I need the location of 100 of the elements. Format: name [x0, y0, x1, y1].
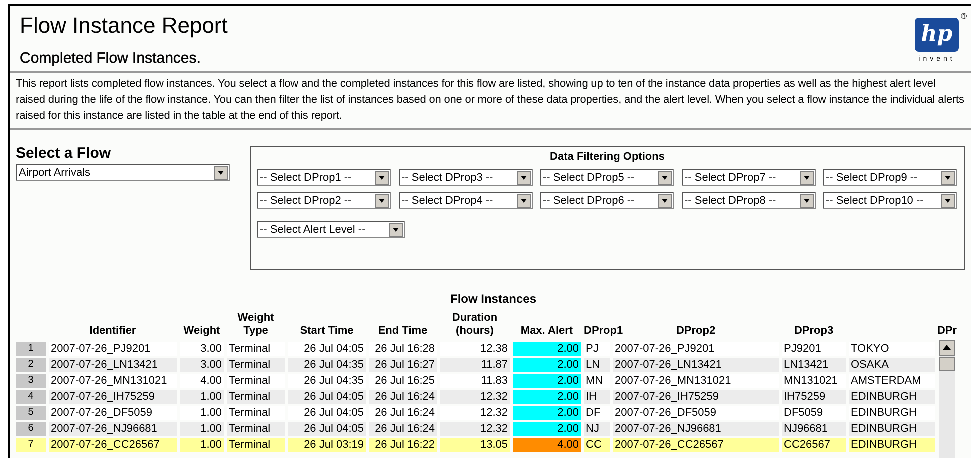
table-cell: IH — [584, 390, 610, 404]
table-cell: NJ — [584, 422, 610, 436]
table-cell: Terminal — [227, 342, 285, 356]
table-cell: 26 Jul 16:27 — [369, 358, 437, 372]
table-cell: 2007-07-26_PJ9201 — [49, 342, 177, 356]
table-cell: 2007-07-26_MN131021 — [613, 374, 779, 388]
table-cell: IH75259 — [782, 390, 846, 404]
column-header: DProp3 — [794, 325, 834, 337]
flow-dropdown[interactable]: Airport Arrivals — [16, 164, 230, 181]
caret-icon — [800, 194, 814, 208]
description-text: This report lists completed flow instances. You select a flow and the completed instances for this flow are listed, showing up to ten of the instance data properties as well as the highest alert level raised during the life of the flow instance. You can then filter the list of instances based on one or more of these data properties, and the alert level. When you select a flow instance the individual alerts raised for this instance are listed in the table at the end of this report. — [16, 77, 966, 124]
filter-dropdown[interactable]: -- Select DProp6 -- — [540, 192, 674, 209]
filter-dropdown[interactable]: -- Select DProp2 -- — [257, 192, 391, 209]
table-cell: Terminal — [227, 358, 285, 372]
report-subtitle: Completed Flow Instances. — [20, 50, 202, 67]
table-cell: PJ — [584, 342, 610, 356]
table-title: Flow Instances — [449, 292, 538, 306]
table-cell: EDINBURGH — [849, 390, 935, 404]
filter-dropdown[interactable]: -- Select DProp5 -- — [540, 169, 674, 186]
caret-icon — [941, 194, 955, 208]
table-cell: DF — [584, 406, 610, 420]
table-cell: AMSTERDAM — [849, 374, 935, 388]
table-cell: 26 Jul 16:22 — [369, 438, 437, 452]
table-cell: 2007-07-26_PJ9201 — [613, 342, 779, 356]
table-cell: 26 Jul 16:24 — [369, 422, 437, 436]
table-cell: LN — [584, 358, 610, 372]
column-header: Max. Alert — [520, 325, 574, 337]
table-cell: 26 Jul 04:05 — [288, 406, 366, 420]
table-cell: 26 Jul 04:05 — [288, 422, 366, 436]
table-cell: 26 Jul 16:24 — [369, 390, 437, 404]
caret-icon — [389, 222, 403, 236]
table-cell: 26 Jul 04:35 — [288, 374, 366, 388]
table-cell: LN13421 — [782, 358, 846, 372]
table-cell: 2007-07-26_IH75259 — [613, 390, 779, 404]
filter-dropdown[interactable]: -- Select Alert Level -- — [257, 221, 405, 238]
column-header: Start Time — [300, 325, 354, 337]
logo-mark: hp — [915, 18, 959, 52]
filter-dropdown[interactable]: -- Select DProp10 -- — [823, 192, 957, 209]
filter-dropdown[interactable]: -- Select DProp4 -- — [398, 192, 532, 209]
scroll-thumb[interactable] — [939, 357, 955, 371]
row-number[interactable]: 7 — [16, 438, 46, 452]
table-cell: 2007-07-26_LN13421 — [49, 358, 177, 372]
table-cell: Terminal — [227, 422, 285, 436]
table-cell: 12.32 — [440, 390, 510, 404]
filter-dropdown[interactable]: -- Select DProp8 -- — [682, 192, 816, 209]
table-cell: CC — [584, 438, 610, 452]
table-cell: 2007-07-26_IH75259 — [49, 390, 177, 404]
filter-dropdown[interactable]: -- Select DProp1 -- — [257, 169, 391, 186]
alert-level-cell: 4.00 — [513, 438, 581, 452]
table-cell: OSAKA — [849, 358, 935, 372]
table-cell: 3.00 — [180, 342, 224, 356]
table-cell: 2007-07-26_CC26567 — [49, 438, 177, 452]
table-cell: 2007-07-26_MN131021 — [49, 374, 177, 388]
table-cell: 2007-07-26_NJ96681 — [49, 422, 177, 436]
table-cell: 3.00 — [180, 358, 224, 372]
column-header: End Time — [378, 325, 428, 337]
table-cell: Terminal — [227, 406, 285, 420]
table-cell: 2007-07-26_DF5059 — [613, 406, 779, 420]
table-cell: 26 Jul 04:05 — [288, 390, 366, 404]
column-header: Identifier — [90, 325, 136, 337]
row-number[interactable]: 2 — [16, 358, 46, 372]
table-cell: 26 Jul 04:35 — [288, 358, 366, 372]
column-header: Duration (hours) — [452, 312, 498, 337]
table-cell: 1.00 — [180, 438, 224, 452]
scrollbar[interactable] — [939, 340, 955, 458]
caret-icon — [516, 194, 530, 208]
row-number[interactable]: 3 — [16, 374, 46, 388]
caret-icon — [658, 194, 672, 208]
row-number[interactable]: 4 — [16, 390, 46, 404]
table-cell: 26 Jul 16:25 — [369, 374, 437, 388]
caret-icon — [375, 194, 389, 208]
table-cell: 2007-07-26_CC26567 — [613, 438, 779, 452]
table-cell: PJ9201 — [782, 342, 846, 356]
column-header: DPr — [937, 325, 957, 337]
table-cell: 12.32 — [440, 422, 510, 436]
caret-icon — [516, 170, 530, 184]
filter-dropdown[interactable]: -- Select DProp9 -- — [823, 169, 957, 186]
table-cell: 11.83 — [440, 374, 510, 388]
alert-level-cell: 2.00 — [513, 342, 581, 356]
caret-icon — [800, 170, 814, 184]
column-header: Weight Type — [238, 312, 274, 337]
alert-level-cell: 2.00 — [513, 422, 581, 436]
table-cell: 4.00 — [180, 374, 224, 388]
filter-dropdown[interactable]: -- Select DProp7 -- — [682, 169, 816, 186]
table-cell: 1.00 — [180, 406, 224, 420]
row-number[interactable]: 1 — [16, 342, 46, 356]
table-cell: MN — [584, 374, 610, 388]
table-cell: Terminal — [227, 390, 285, 404]
table-cell: 26 Jul 03:19 — [288, 438, 366, 452]
filter-dropdown[interactable]: -- Select DProp3 -- — [398, 169, 532, 186]
alert-level-cell: 2.00 — [513, 374, 581, 388]
table-cell: TOKYO — [849, 342, 935, 356]
row-number[interactable]: 6 — [16, 422, 46, 436]
caret-icon — [658, 170, 672, 184]
table-cell: EDINBURGH — [849, 422, 935, 436]
table-cell: 13.05 — [440, 438, 510, 452]
row-number[interactable]: 5 — [16, 406, 46, 420]
scroll-up-icon[interactable] — [939, 340, 955, 356]
table-cell: CC26567 — [782, 438, 846, 452]
table-cell: 11.87 — [440, 358, 510, 372]
